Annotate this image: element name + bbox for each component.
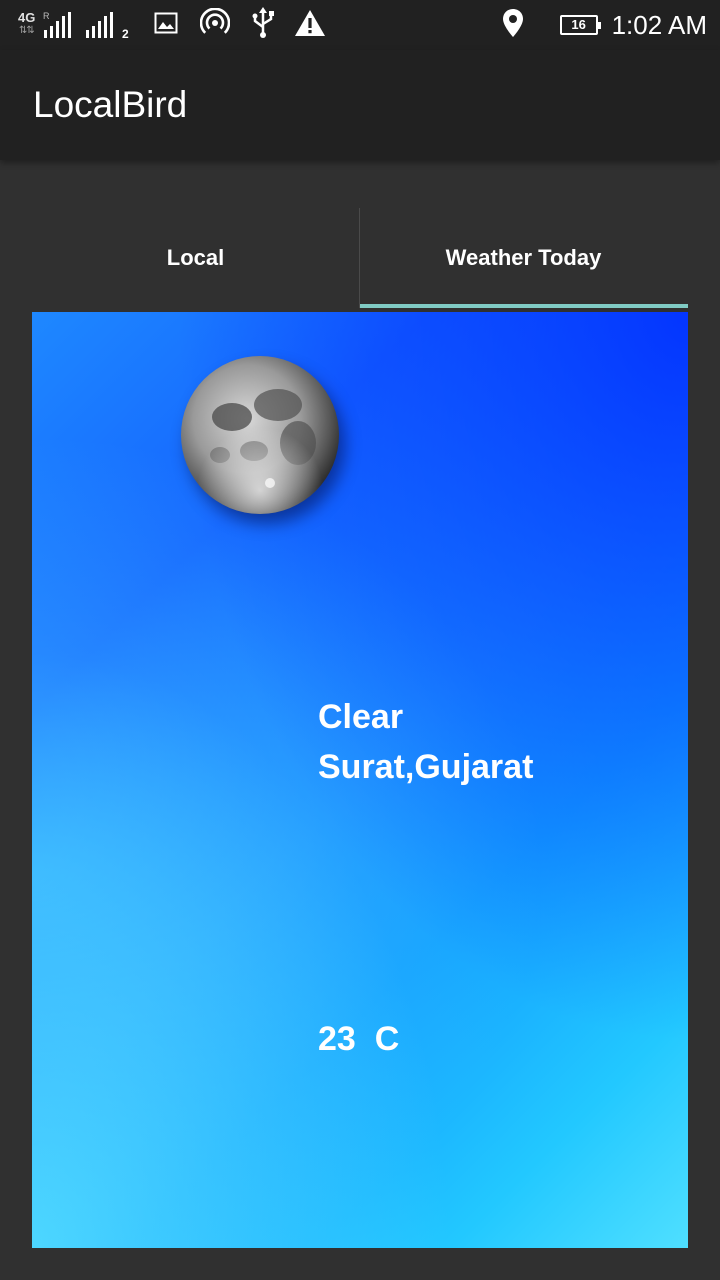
usb-icon xyxy=(250,6,276,44)
signal-sim2-icon xyxy=(86,12,113,38)
weather-location: Surat,Gujarat xyxy=(318,748,534,786)
warning-icon xyxy=(294,9,326,42)
selected-tab-indicator xyxy=(360,304,688,308)
status-left: 4G R ⇅⇅ 2 xyxy=(18,6,326,44)
tab-bar: Local Weather Today xyxy=(32,208,688,308)
sim-slot-label: 2 xyxy=(122,27,129,41)
tab-weather-today[interactable]: Weather Today xyxy=(360,208,687,308)
signal-cluster: 4G R ⇅⇅ 2 xyxy=(18,8,129,42)
weather-condition: Clear xyxy=(318,698,404,736)
app-bar: LocalBird xyxy=(0,50,720,160)
status-right: 16 1:02 AM xyxy=(502,8,707,42)
app-title: LocalBird xyxy=(33,84,188,125)
status-bar: 4G R ⇅⇅ 2 16 1:02 AM xyxy=(0,0,720,50)
gallery-icon xyxy=(154,12,178,39)
battery-icon: 16 xyxy=(559,15,601,35)
network-type-label: 4G xyxy=(18,10,36,25)
data-arrows-icon: ⇅⇅ xyxy=(19,25,35,36)
battery-level: 16 xyxy=(571,17,586,32)
hotspot-icon xyxy=(199,7,231,43)
clock: 1:02 AM xyxy=(611,9,707,40)
signal-sim1-icon xyxy=(44,12,71,38)
moon-icon xyxy=(181,356,339,514)
location-pin-icon xyxy=(502,8,524,43)
tab-local[interactable]: Local xyxy=(32,208,359,308)
weather-temperature: 23 C xyxy=(318,1020,400,1058)
weather-card: Clear Surat,Gujarat 23 C xyxy=(32,312,688,1248)
